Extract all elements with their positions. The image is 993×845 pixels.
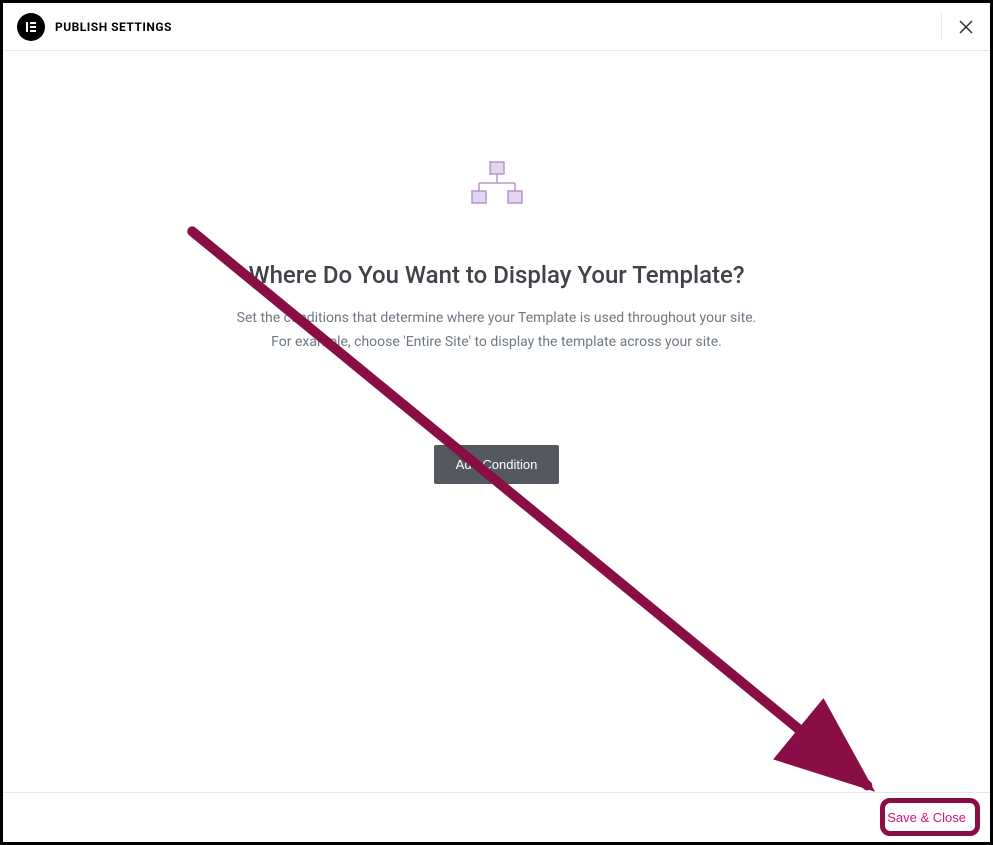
elementor-e-icon xyxy=(24,20,38,34)
subtext-line1: Set the conditions that determine where … xyxy=(237,307,757,331)
modal-header: PUBLISH SETTINGS xyxy=(3,3,990,51)
elementor-logo-icon xyxy=(17,13,45,41)
conditions-heading: Where Do You Want to Display Your Templa… xyxy=(248,261,744,289)
conditions-description: Set the conditions that determine where … xyxy=(237,307,757,355)
modal-title: PUBLISH SETTINGS xyxy=(55,20,172,34)
close-button[interactable] xyxy=(956,17,976,37)
header-right xyxy=(941,13,976,40)
add-condition-button[interactable]: Add Condition xyxy=(434,445,560,484)
sitemap-icon xyxy=(471,161,523,211)
close-icon xyxy=(956,17,976,37)
modal-body: Where Do You Want to Display Your Templa… xyxy=(3,51,990,792)
header-left: PUBLISH SETTINGS xyxy=(17,13,172,41)
save-and-close-button[interactable]: Save & Close xyxy=(877,803,976,832)
subtext-line2: For example, choose 'Entire Site' to dis… xyxy=(237,331,757,355)
modal-footer: Save & Close xyxy=(3,792,990,842)
